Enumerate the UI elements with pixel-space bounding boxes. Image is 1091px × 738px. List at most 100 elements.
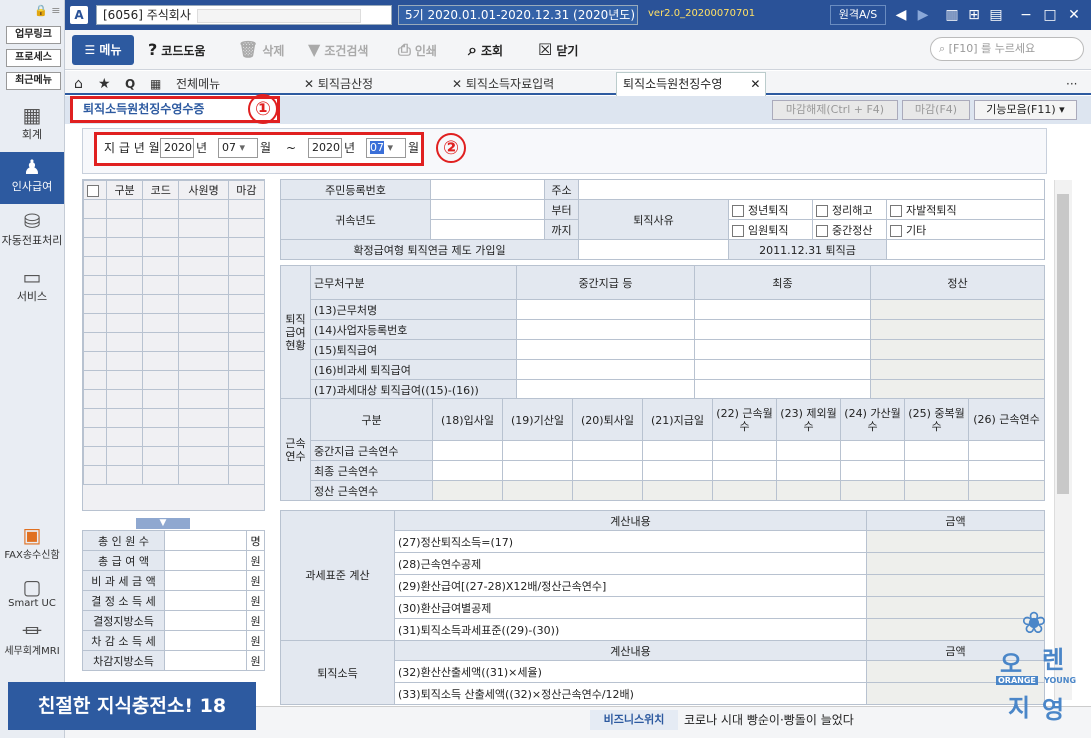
- tab-withholding-receipt[interactable]: 퇴직소득원천징수영 ✕: [616, 72, 766, 96]
- search-input[interactable]: ⌕ [F10] 를 누르세요: [930, 37, 1084, 61]
- sidebar-link-recent[interactable]: 최근메뉴: [6, 72, 61, 90]
- grid-icon[interactable]: ⊞: [966, 6, 982, 24]
- splitter-toggle[interactable]: ▼: [136, 518, 190, 529]
- close-period-button[interactable]: 마감(F4): [902, 100, 970, 120]
- search-icon: ⌕: [939, 42, 949, 55]
- question-icon: ?: [148, 40, 158, 59]
- employee-grid[interactable]: 구분 코드 사원명 마감: [82, 179, 266, 511]
- print-button[interactable]: ⎙ 인쇄: [398, 38, 437, 62]
- minimize-icon[interactable]: −: [1018, 6, 1034, 24]
- tab-close-icon[interactable]: ✕: [452, 77, 466, 91]
- tax-table: 과세표준 계산 계산내용 금액 (27)정산퇴직소득=(17) (28)근속연수공제…: [280, 510, 1045, 705]
- summary-table: 총 인 원 수명 총 급 여 액원 비 과 세 금 액원 결 정 소 득 세원 …: [82, 530, 265, 671]
- sidebar-link-work[interactable]: 업무링크: [6, 26, 61, 44]
- col-code: 코드: [142, 180, 180, 200]
- function-menu-button[interactable]: 기능모음(F11) ▾: [974, 100, 1077, 120]
- close-box-icon: ☒: [538, 40, 553, 59]
- company-name-masked: [196, 8, 361, 23]
- month-unit: 월: [408, 141, 420, 155]
- jumin-field[interactable]: [430, 179, 545, 200]
- month-to-select[interactable]: 07 ▾: [366, 138, 406, 158]
- monitor-icon: ▭: [22, 265, 42, 289]
- menu-button[interactable]: ☰ 메뉴: [72, 35, 134, 65]
- sidebar-item-fax[interactable]: ▣ FAX송수신함: [0, 524, 64, 561]
- delete-button[interactable]: 🗑 삭제: [238, 38, 284, 62]
- sidebar-link-process[interactable]: 프로세스: [6, 49, 61, 67]
- version-label: ver2.0_20200070701: [648, 8, 756, 19]
- search-tab-icon[interactable]: Q: [125, 73, 135, 95]
- checkbox-voluntary[interactable]: 자발적퇴직: [886, 199, 1045, 220]
- more-icon[interactable]: ···: [1066, 73, 1077, 95]
- company-selector[interactable]: [6056] 주식회사: [96, 5, 392, 25]
- checkbox-dismissal[interactable]: 정리해고: [812, 199, 887, 220]
- year-unit: 년: [196, 141, 208, 155]
- close-window-icon[interactable]: ✕: [1066, 6, 1082, 24]
- scrollbar-thumb[interactable]: [1057, 194, 1069, 494]
- month-unit: 월: [260, 141, 272, 155]
- year-from-input[interactable]: 2020: [160, 138, 194, 158]
- month-from-select[interactable]: 07 ▾: [218, 138, 258, 158]
- sidebar-item-hr[interactable]: ♟ 인사급여: [0, 152, 64, 204]
- sidebar-item-accounting[interactable]: ▦ 회계: [0, 104, 64, 148]
- magnifier-icon: ⌕: [468, 40, 477, 59]
- checkbox-other[interactable]: 기타: [886, 219, 1045, 240]
- tab-close-icon[interactable]: ✕: [750, 77, 760, 91]
- business-watch-label: 비즈니스위치: [590, 710, 678, 730]
- home-icon[interactable]: ⌂: [74, 73, 83, 95]
- printer-icon: ⎙: [398, 40, 411, 59]
- year-unit: 년: [344, 141, 356, 155]
- watermark-logo: ❀ 오 렌 ORANGE YOUNG 지 영: [996, 606, 1077, 724]
- back-icon[interactable]: ◀: [893, 6, 909, 24]
- sidebar-item-smart-uc[interactable]: ▢ Smart UC: [0, 576, 64, 609]
- fiscal-period[interactable]: 5기 2020.01.01-2020.12.31 (2020년도): [398, 5, 638, 25]
- calendar-icon[interactable]: ▦: [150, 73, 161, 95]
- tab-close-icon[interactable]: ✕: [304, 77, 318, 91]
- channel-banner: 친절한 지식충전소! 18: [8, 682, 256, 730]
- filter-icon: ▼: [308, 40, 321, 59]
- view-button[interactable]: ⌕ 조회: [468, 38, 503, 62]
- col-name: 사원명: [178, 180, 229, 200]
- pay-month-label: 지 급 년 월: [104, 141, 160, 155]
- flower-icon: ❀: [1021, 606, 1047, 641]
- trash-icon: 🗑: [238, 40, 259, 59]
- user-icon: ♟: [23, 155, 41, 179]
- retirement-pay-table: 퇴직 급여 현황 근무처구분 중간지급 등 최종 정산 (13)근무처명 (14)사업자…: [280, 265, 1045, 400]
- annotation-marker-1: ①: [248, 94, 278, 124]
- dropdown-icon: ▾: [387, 141, 394, 154]
- star-icon[interactable]: ★: [98, 73, 111, 95]
- calculator-icon: ▦: [22, 103, 42, 127]
- checkbox-interim[interactable]: 중간정산: [812, 219, 887, 240]
- tab-retirement-calc[interactable]: ✕ 퇴직금산정: [304, 73, 373, 95]
- sidebar-item-mri[interactable]: ⏛ 세무회계MRI: [0, 620, 64, 657]
- book-icon[interactable]: ▥: [944, 6, 960, 24]
- forward-icon[interactable]: ▶: [915, 6, 931, 24]
- range-tilde: ~: [286, 141, 297, 155]
- news-ticker[interactable]: 코로나 시대 빵순이·빵돌이 늘었다: [684, 710, 854, 730]
- tab-retirement-data[interactable]: ✕ 퇴직소득자료입력: [452, 73, 554, 95]
- code-help-button[interactable]: ? 코드도움: [148, 38, 205, 62]
- checkbox-executive[interactable]: 임원퇴직: [728, 219, 813, 240]
- app-logo-icon: A: [70, 6, 88, 24]
- chart-icon: ⏛: [22, 619, 42, 643]
- maximize-icon[interactable]: □: [1042, 6, 1058, 24]
- sidebar-item-service[interactable]: ▭ 서비스: [0, 266, 64, 310]
- layout-icon[interactable]: ▤: [988, 6, 1004, 24]
- annotation-marker-2: ②: [436, 133, 466, 163]
- fax-icon: ▣: [22, 523, 42, 547]
- tab-all-menu[interactable]: 전체메뉴: [176, 73, 220, 95]
- dropdown-icon: ▾: [239, 141, 246, 154]
- lock-icon[interactable]: 🔒 ≡: [34, 4, 60, 17]
- checkbox-retire-age[interactable]: 정년퇴직: [728, 199, 813, 220]
- select-all-checkbox[interactable]: [83, 180, 107, 200]
- close-button[interactable]: ☒ 닫기: [538, 38, 578, 62]
- address-field[interactable]: [578, 179, 1045, 200]
- col-closed: 마감: [227, 180, 266, 200]
- tenure-table: 근속 연수 구분 (18)입사일 (19)기산일 (20)퇴사일 (21)지급일 (22) …: [280, 398, 1045, 501]
- year-to-input[interactable]: 2020: [308, 138, 342, 158]
- condition-search-button[interactable]: ▼ 조건검색: [308, 38, 368, 62]
- unclose-button[interactable]: 마감해제(Ctrl + F4): [772, 100, 898, 120]
- remote-as-button[interactable]: 원격A/S: [830, 5, 886, 25]
- uc-icon: ▢: [22, 575, 42, 599]
- sidebar-item-auto-slip[interactable]: ⛁ 자동전표처리: [0, 210, 64, 254]
- col-type: 구분: [105, 180, 144, 200]
